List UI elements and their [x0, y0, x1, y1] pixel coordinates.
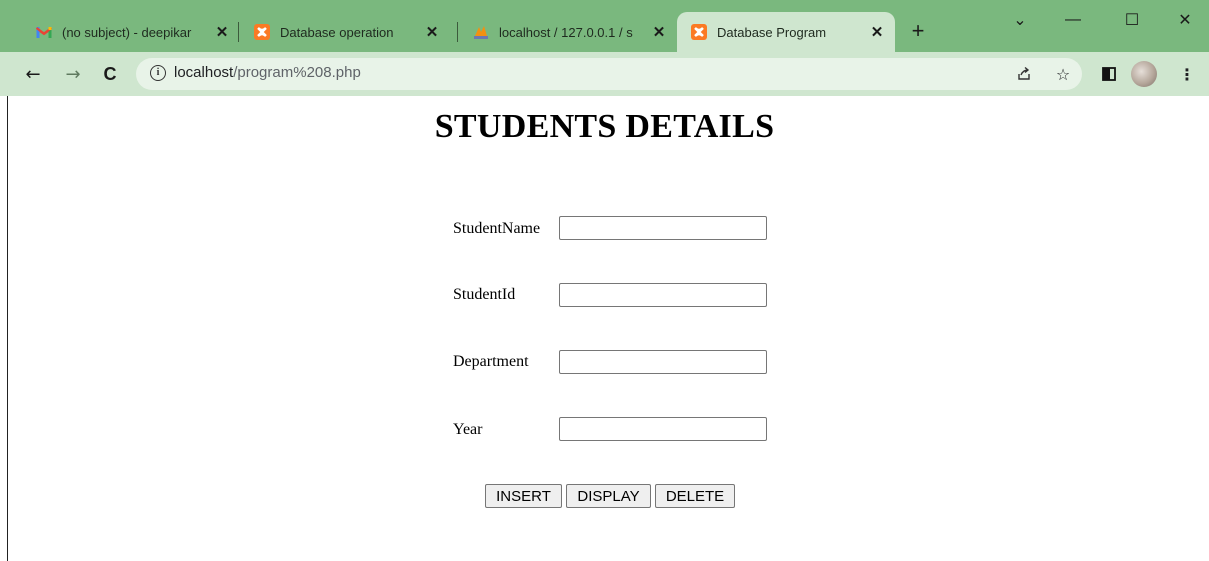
tab-close-icon[interactable]: ✕ — [214, 24, 230, 41]
student-id-input[interactable] — [559, 283, 767, 307]
tab-close-icon[interactable]: ✕ — [424, 24, 440, 41]
tab-title: Database Program — [717, 24, 827, 40]
share-icon[interactable] — [1012, 62, 1036, 86]
department-label: Department — [453, 353, 529, 370]
tab-phpmyadmin[interactable]: localhost / 127.0.0.1 / s ✕ — [459, 12, 677, 52]
tab-gmail[interactable]: (no subject) - deepikar ✕ — [22, 12, 240, 52]
tab-separator — [238, 22, 239, 42]
forward-arrow-icon[interactable]: → — [62, 63, 84, 85]
tab-search-icon[interactable]: ⌄ — [1000, 4, 1040, 36]
url-text[interactable]: localhost/program%208.php — [174, 64, 361, 81]
site-info-icon[interactable]: i — [150, 65, 166, 81]
year-label: Year — [453, 421, 483, 438]
phpmyadmin-icon — [473, 24, 489, 40]
close-window-icon[interactable]: ✕ — [1165, 4, 1205, 36]
new-tab-button[interactable]: + — [906, 20, 930, 44]
side-panel-icon[interactable] — [1097, 62, 1121, 86]
tab-title: localhost / 127.0.0.1 / s — [499, 24, 633, 40]
department-input[interactable] — [559, 350, 767, 374]
maximize-icon[interactable]: ☐ — [1112, 4, 1152, 36]
tab-title: (no subject) - deepikar — [62, 24, 192, 40]
student-name-label: StudentName — [453, 220, 541, 237]
reload-icon[interactable]: C — [99, 63, 121, 85]
menu-icon[interactable]: ⋮ — [1175, 62, 1199, 86]
display-button[interactable]: DISPLAY — [566, 484, 651, 508]
profile-avatar[interactable] — [1131, 61, 1157, 87]
tab-close-icon[interactable]: ✕ — [869, 24, 885, 41]
tab-database-program[interactable]: Database Program ✕ — [677, 12, 895, 52]
xampp-icon — [691, 24, 707, 40]
student-id-label: StudentId — [453, 286, 516, 303]
year-input[interactable] — [559, 417, 767, 441]
xampp-icon — [254, 24, 270, 40]
insert-button[interactable]: INSERT — [485, 484, 562, 508]
delete-button[interactable]: DELETE — [655, 484, 735, 508]
tab-title: Database operation — [280, 24, 394, 40]
page-left-border — [7, 96, 8, 561]
minimize-icon[interactable]: — — [1053, 4, 1093, 36]
tab-close-icon[interactable]: ✕ — [651, 24, 667, 41]
url-path: /program%208.php — [233, 64, 361, 81]
url-host: localhost — [174, 64, 234, 81]
gmail-icon — [36, 24, 52, 40]
tab-separator — [457, 22, 458, 42]
bookmark-star-icon[interactable]: ☆ — [1051, 62, 1075, 86]
student-name-input[interactable] — [559, 216, 767, 240]
page-title: STUDENTS DETAILS — [434, 108, 775, 145]
tab-database-operation[interactable]: Database operation ✕ — [240, 12, 450, 52]
back-arrow-icon[interactable]: ← — [22, 63, 44, 85]
